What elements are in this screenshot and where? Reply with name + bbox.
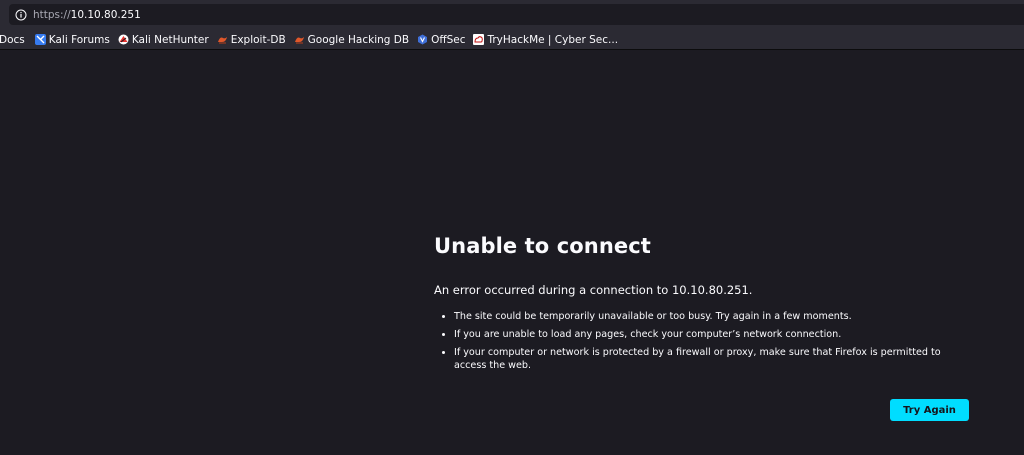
kali-forums-icon	[34, 34, 46, 45]
bookmark-kali-forums[interactable]: Kali Forums	[34, 33, 110, 46]
bookmark-tryhackme[interactable]: TryHackMe | Cyber Sec...	[473, 34, 618, 46]
error-page-content: Unable to connect An error occurred duri…	[434, 231, 974, 377]
bookmark-exploit-db[interactable]: Exploit-DB	[217, 34, 286, 46]
exploit-db-icon	[217, 34, 228, 45]
url-bar[interactable]: https://10.10.80.251	[9, 4, 1024, 25]
kali-nethunter-icon	[118, 34, 129, 45]
bookmark-label: Google Hacking DB	[307, 33, 410, 46]
list-item: If your computer or network is protected…	[454, 346, 974, 372]
offsec-icon	[417, 34, 428, 45]
bookmark-kali-nethunter[interactable]: Kali NetHunter	[118, 34, 209, 46]
list-item: If you are unable to load any pages, che…	[454, 328, 974, 341]
ghdb-icon	[294, 34, 305, 45]
try-again-button[interactable]: Try Again	[890, 399, 969, 421]
bookmark-label: Docs	[0, 33, 25, 46]
url-text[interactable]: https://10.10.80.251	[33, 9, 141, 21]
bookmark-label: TryHackMe | Cyber Sec...	[487, 33, 619, 46]
bookmark-label: Exploit-DB	[230, 33, 286, 46]
bookmark-offsec[interactable]: OffSec	[417, 34, 465, 46]
error-suggestions: The site could be temporarily unavailabl…	[434, 310, 974, 372]
bookmark-label: OffSec	[431, 33, 466, 46]
info-icon[interactable]	[15, 9, 27, 21]
toolbar-divider	[0, 49, 1024, 50]
list-item: The site could be temporarily unavailabl…	[454, 310, 974, 323]
bookmarks-toolbar: Docs Kali Forums Kali NetHunter Exploit-…	[0, 30, 1024, 49]
url-host: 10.10.80.251	[70, 8, 141, 21]
tryhackme-icon	[473, 34, 485, 45]
bookmark-label: Kali NetHunter	[131, 33, 209, 46]
error-title: Unable to connect	[434, 234, 651, 258]
url-scheme: https://	[33, 8, 71, 21]
bookmark-docs[interactable]: Docs	[0, 34, 25, 46]
error-description: An error occurred during a connection to…	[434, 283, 753, 297]
navigation-toolbar: https://10.10.80.251	[0, 0, 1024, 30]
bookmark-label: Kali Forums	[48, 33, 110, 46]
bookmark-google-hacking-db[interactable]: Google Hacking DB	[294, 34, 409, 46]
